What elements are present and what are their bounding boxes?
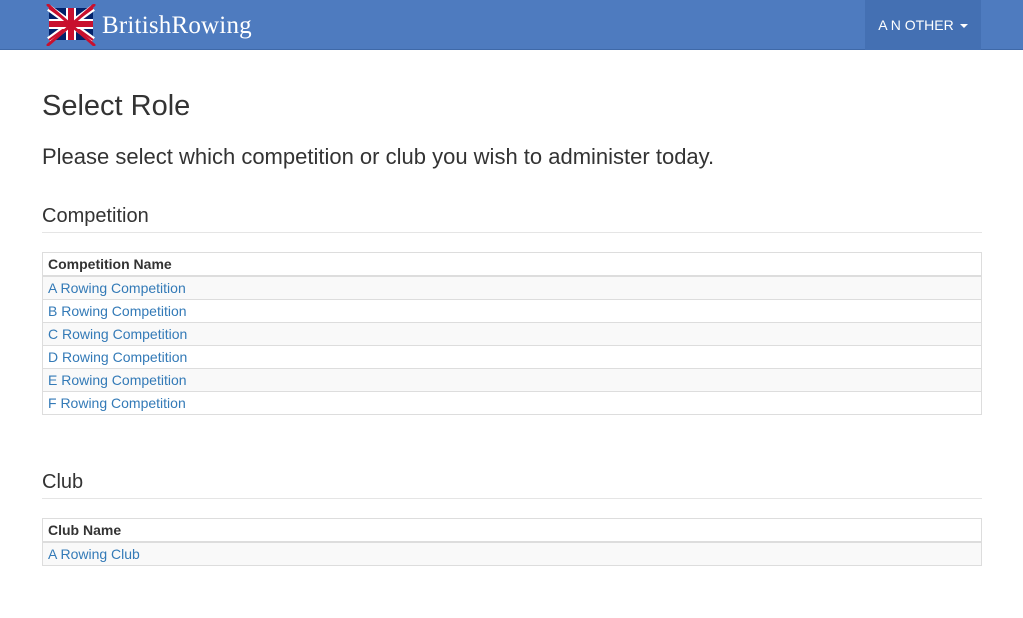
competition-link[interactable]: F Rowing Competition xyxy=(48,395,186,411)
brand-logo-link[interactable]: BritishRowing xyxy=(46,4,252,46)
competition-name-header: Competition Name xyxy=(42,252,982,277)
competition-link[interactable]: A Rowing Competition xyxy=(48,280,186,296)
top-navbar: BritishRowing A N OTHER xyxy=(0,0,1023,50)
table-row: A Rowing Competition xyxy=(42,275,982,300)
page-title: Select Role xyxy=(42,90,191,122)
competition-table: Competition Name A Rowing Competition B … xyxy=(42,252,982,415)
page-lead: Please select which competition or club … xyxy=(42,144,715,169)
club-name-header: Club Name xyxy=(42,518,982,543)
competition-heading: Competition xyxy=(42,205,982,233)
club-table: Club Name A Rowing Club xyxy=(42,518,982,566)
table-row: E Rowing Competition xyxy=(42,368,982,392)
table-row: A Rowing Club xyxy=(42,541,982,566)
competition-link[interactable]: D Rowing Competition xyxy=(48,349,187,365)
competition-link[interactable]: E Rowing Competition xyxy=(48,372,187,388)
table-row: C Rowing Competition xyxy=(42,322,982,346)
club-heading: Club xyxy=(42,471,982,499)
competition-link[interactable]: C Rowing Competition xyxy=(48,326,187,342)
table-row: D Rowing Competition xyxy=(42,345,982,369)
club-link[interactable]: A Rowing Club xyxy=(48,546,140,562)
union-flag-oars-icon xyxy=(46,4,96,46)
brand-name-first: British xyxy=(102,11,172,39)
competition-link[interactable]: B Rowing Competition xyxy=(48,303,187,319)
caret-down-icon xyxy=(959,24,968,28)
table-row: F Rowing Competition xyxy=(42,391,982,415)
brand-name-second: Rowing xyxy=(171,11,252,39)
table-row: B Rowing Competition xyxy=(42,299,982,323)
user-name: A N OTHER xyxy=(878,17,954,33)
user-menu-dropdown[interactable]: A N OTHER xyxy=(865,0,981,50)
brand-name: BritishRowing xyxy=(102,13,252,38)
